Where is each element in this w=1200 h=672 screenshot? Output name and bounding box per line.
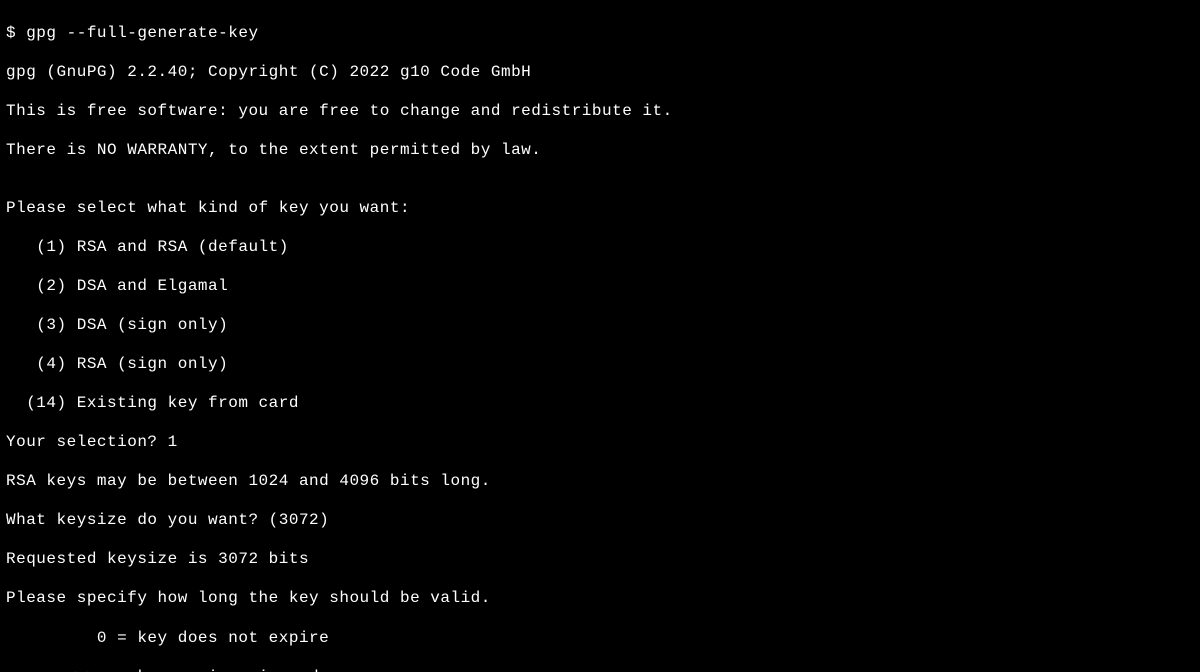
terminal-line: Requested keysize is 3072 bits <box>6 550 1194 570</box>
terminal-line: gpg (GnuPG) 2.2.40; Copyright (C) 2022 g… <box>6 63 1194 83</box>
terminal-line: $ gpg --full-generate-key <box>6 24 1194 44</box>
terminal-line: Please select what kind of key you want: <box>6 199 1194 219</box>
terminal-line: There is NO WARRANTY, to the extent perm… <box>6 141 1194 161</box>
terminal-line: <n> = key expires in n days <box>6 668 1194 672</box>
terminal-line: This is free software: you are free to c… <box>6 102 1194 122</box>
terminal-line: Your selection? 1 <box>6 433 1194 453</box>
terminal-line: RSA keys may be between 1024 and 4096 bi… <box>6 472 1194 492</box>
terminal-output[interactable]: $ gpg --full-generate-key gpg (GnuPG) 2.… <box>0 0 1200 672</box>
terminal-line: (1) RSA and RSA (default) <box>6 238 1194 258</box>
terminal-line: What keysize do you want? (3072) <box>6 511 1194 531</box>
terminal-line: (2) DSA and Elgamal <box>6 277 1194 297</box>
terminal-line: Please specify how long the key should b… <box>6 589 1194 609</box>
terminal-line: 0 = key does not expire <box>6 629 1194 649</box>
terminal-line: (14) Existing key from card <box>6 394 1194 414</box>
terminal-line: (3) DSA (sign only) <box>6 316 1194 336</box>
terminal-line: (4) RSA (sign only) <box>6 355 1194 375</box>
